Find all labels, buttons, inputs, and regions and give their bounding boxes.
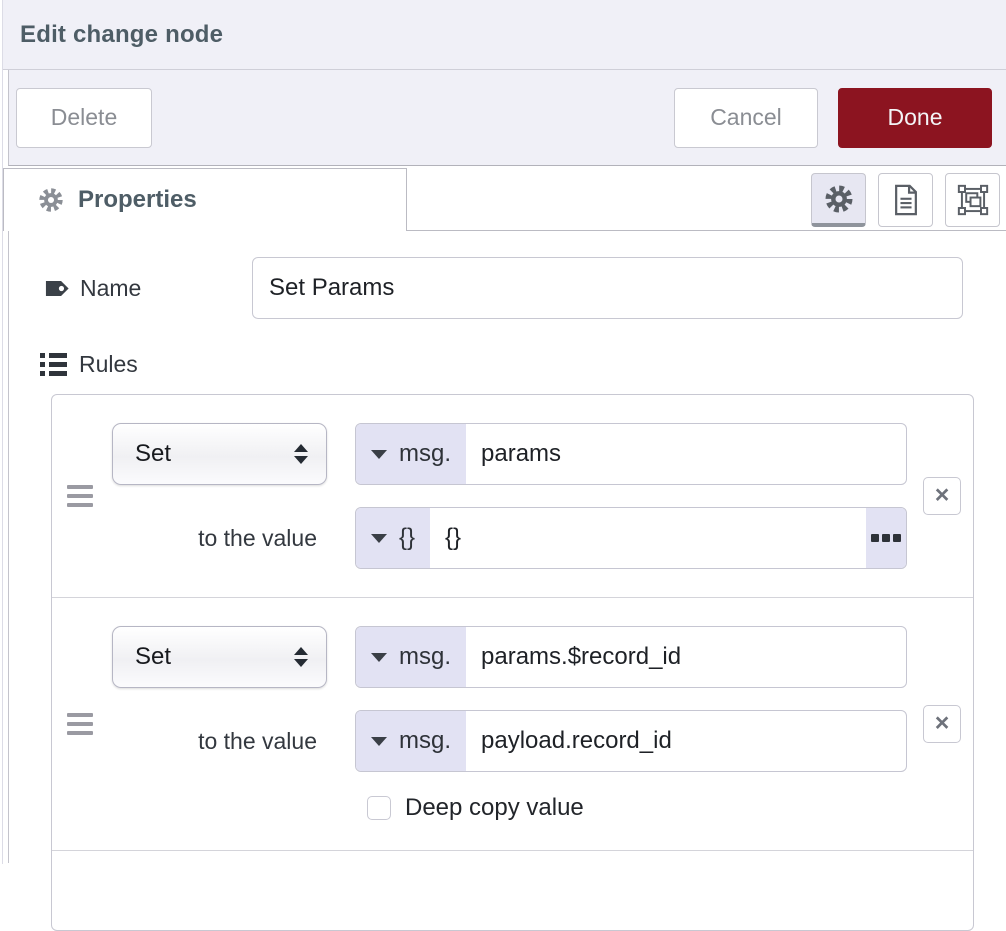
next-rule-divider (52, 850, 973, 930)
rule-value-row: to the value {} (52, 507, 973, 569)
property-type-label: msg. (399, 440, 451, 468)
value-type-label: msg. (399, 727, 451, 755)
rule-property-row: Set msg. (52, 423, 973, 485)
rule-action-value: Set (135, 643, 171, 671)
tab-properties[interactable]: Properties (3, 168, 407, 231)
name-label-group: Name (40, 275, 252, 302)
rules-label: Rules (79, 351, 138, 378)
property-typed-input: msg. (355, 423, 907, 485)
remove-rule-button[interactable]: × (923, 477, 961, 515)
dialog-title: Edit change node (20, 21, 223, 49)
appearance-view-button[interactable] (945, 173, 1000, 227)
rules-section-header: Rules (40, 351, 1006, 378)
value-typed-input: {} (355, 507, 907, 569)
rule-property-row: Set msg. (52, 626, 973, 688)
chevron-down-icon (371, 534, 387, 543)
tab-bar-buttons (407, 166, 1006, 231)
rule-action-select[interactable]: Set (112, 626, 327, 688)
drag-handle-icon[interactable] (67, 485, 93, 507)
ellipsis-icon (871, 534, 901, 542)
rule-item-2: × Set (52, 597, 973, 850)
value-typed-input: msg. (355, 710, 907, 772)
rule-value-row: to the value msg. (52, 710, 973, 772)
select-arrows-icon (294, 647, 308, 667)
property-type-button[interactable]: msg. (356, 424, 466, 484)
edit-node-tray: Edit change node Delete Cancel Done Prop… (3, 0, 1006, 864)
property-input[interactable] (466, 627, 906, 687)
document-icon (891, 184, 921, 216)
name-label: Name (80, 275, 141, 302)
deep-copy-label: Deep copy value (405, 794, 584, 822)
list-icon (40, 353, 67, 376)
rule-action-select[interactable]: Set (112, 423, 327, 485)
value-type-label: {} (399, 524, 415, 552)
name-form-row: Name (40, 257, 1006, 319)
chevron-down-icon (371, 653, 387, 662)
value-type-button[interactable]: msg. (356, 711, 466, 771)
tag-icon (40, 275, 67, 302)
gear-icon (824, 184, 854, 214)
deep-copy-row: Deep copy value (367, 794, 973, 822)
rule-item-1: × Set (52, 395, 973, 597)
rules-list: × Set (51, 394, 974, 931)
tab-properties-label: Properties (78, 186, 197, 214)
value-input[interactable] (466, 711, 906, 771)
to-the-value-label: to the value (198, 525, 327, 552)
property-input[interactable] (466, 424, 906, 484)
value-type-button[interactable]: {} (356, 508, 430, 568)
gear-icon (38, 187, 64, 213)
appearance-icon (957, 184, 989, 216)
drag-handle-icon[interactable] (67, 713, 93, 735)
x-icon: × (935, 483, 950, 508)
delete-button[interactable]: Delete (16, 88, 152, 148)
cancel-button[interactable]: Cancel (674, 88, 818, 148)
chevron-down-icon (371, 737, 387, 746)
name-input[interactable] (252, 257, 963, 319)
chevron-down-icon (371, 450, 387, 459)
x-icon: × (935, 711, 950, 736)
remove-rule-button[interactable]: × (923, 705, 961, 743)
property-type-button[interactable]: msg. (356, 627, 466, 687)
toolbar-right-group: Cancel Done (674, 88, 992, 148)
to-the-value-label: to the value (198, 728, 327, 755)
property-type-label: msg. (399, 643, 451, 671)
properties-panel: Name Rules × (8, 231, 1006, 863)
expand-editor-button[interactable] (866, 508, 906, 568)
description-view-button[interactable] (878, 173, 933, 227)
tray-header: Edit change node (3, 0, 1006, 70)
value-input[interactable] (430, 508, 866, 568)
tray-toolbar: Delete Cancel Done (8, 70, 1006, 166)
rule-action-value: Set (135, 440, 171, 468)
deep-copy-checkbox[interactable] (367, 796, 391, 820)
done-button[interactable]: Done (838, 88, 992, 148)
property-typed-input: msg. (355, 626, 907, 688)
properties-view-button[interactable] (811, 173, 866, 227)
select-arrows-icon (294, 444, 308, 464)
editor-tab-bar: Properties (3, 166, 1006, 231)
